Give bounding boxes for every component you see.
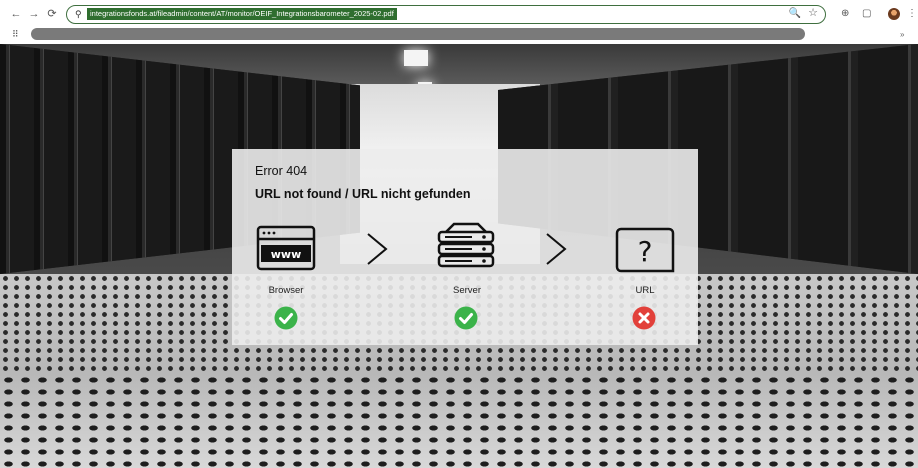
site-info-icon[interactable]: ⚲: [75, 8, 82, 21]
error-code: Error 404: [255, 164, 308, 178]
reload-button-icon[interactable]: ⟳: [44, 6, 60, 22]
browser-toolbar: ← → ⟳ ⚲ integrationsfonds.at/fileadmin/c…: [0, 0, 918, 44]
arrow-right-icon: [546, 233, 567, 265]
question-mark-icon: ?: [615, 227, 675, 273]
back-button-icon[interactable]: ←: [8, 6, 24, 22]
step-label-url: URL: [635, 285, 655, 296]
svg-text:www: www: [271, 248, 302, 261]
apps-grid-icon[interactable]: ⠿: [12, 29, 19, 39]
svg-text:?: ?: [638, 235, 653, 268]
page-background: Error 404 URL not found / URL nicht gefu…: [0, 44, 918, 468]
address-bar-url[interactable]: integrationsfonds.at/fileadmin/content/A…: [87, 8, 397, 20]
bookmark-star-icon[interactable]: ☆: [808, 6, 818, 21]
zoom-icon[interactable]: 🔍: [789, 7, 801, 21]
error-message: URL not found / URL nicht gefunden: [255, 187, 471, 201]
step-label-browser: Browser: [268, 285, 304, 296]
forward-button-icon[interactable]: →: [26, 6, 42, 22]
bookmarks-bar[interactable]: [31, 28, 805, 40]
server-icon: [437, 222, 495, 268]
menu-icon[interactable]: ⋮: [907, 8, 917, 20]
address-bar[interactable]: ⚲ integrationsfonds.at/fileadmin/content…: [66, 5, 826, 24]
browser-window-icon: www: [256, 225, 316, 271]
perforated-floor-foreground: [0, 374, 918, 468]
arrow-right-icon: [367, 233, 388, 265]
ceiling-light: [404, 50, 428, 66]
more-bookmarks-icon[interactable]: »: [900, 30, 904, 40]
check-icon: [274, 306, 298, 330]
downloads-icon[interactable]: ▢: [862, 8, 871, 20]
check-icon: [454, 306, 478, 330]
error-card: Error 404 URL not found / URL nicht gefu…: [232, 149, 698, 345]
error-x-icon: [632, 306, 656, 330]
extensions-icon[interactable]: ⊕: [841, 8, 849, 20]
step-label-server: Server: [453, 285, 481, 296]
profile-avatar[interactable]: [888, 8, 900, 20]
